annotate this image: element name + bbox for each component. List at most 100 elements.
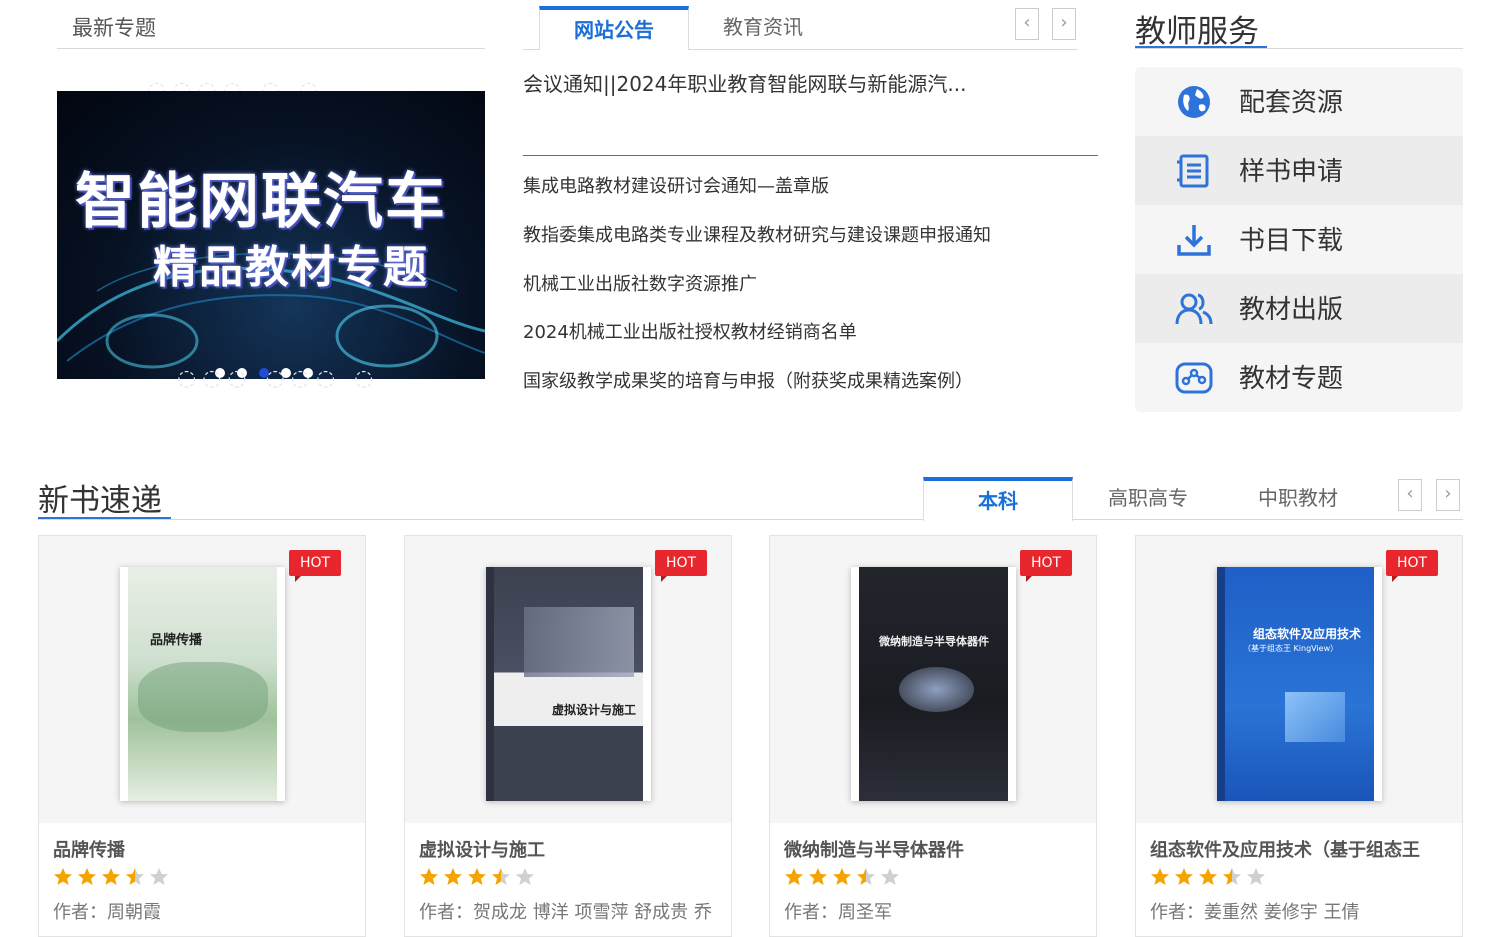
books-next-button[interactable]: › <box>1436 479 1460 511</box>
topic-icon <box>1175 362 1213 394</box>
star-icon <box>1199 868 1217 885</box>
star-icon <box>54 868 72 885</box>
book-author: 作者：姜重然 姜修宇 王倩 <box>1150 902 1360 923</box>
cover-spine <box>486 567 494 801</box>
teacher-services-underline <box>1135 46 1267 48</box>
cover-title: 虚拟设计与施工 <box>552 703 637 717</box>
star-icon <box>809 868 827 885</box>
service-label: 样书申请 <box>1239 157 1344 187</box>
service-item-textbook-topics[interactable]: 教材专题 <box>1135 343 1463 412</box>
notice-item-1[interactable]: 集成电路教材建设研讨会通知—盖章版 <box>523 172 829 198</box>
notices-tabs: 网站公告 教育资讯 ‹ › <box>523 0 1078 50</box>
banner-line2: 精品教材专题 <box>153 242 429 293</box>
notices-next-button[interactable]: › <box>1052 8 1076 40</box>
cover-subtitle: （基于组态王 KingView） <box>1243 644 1339 653</box>
notices-prev-button[interactable]: ‹ <box>1015 8 1039 40</box>
notice-item-2[interactable]: 教指委集成电路类专业课程及教材研究与建设课题申报通知 <box>523 221 991 247</box>
banner-line1: 智能网联汽车 <box>75 167 447 237</box>
star-icon <box>516 868 534 885</box>
star-icon <box>444 868 462 885</box>
globe-icon <box>1178 86 1210 118</box>
star-icon <box>150 868 168 885</box>
star-icon <box>102 868 120 885</box>
teacher-services-header: 教师服务 <box>1135 0 1463 50</box>
star-icon <box>1247 868 1265 885</box>
new-books-header: 新书速递 本科 高职高专 中职教材 ‹ › <box>38 465 1463 521</box>
cover-spine <box>1217 567 1225 801</box>
document-list-icon <box>1177 154 1209 188</box>
book-cover[interactable]: 组态软件及应用技术 （基于组态王 KingView） <box>1217 567 1382 801</box>
latest-topics-header: 最新专题 <box>57 0 485 49</box>
notice-item-5[interactable]: 国家级教学成果奖的培育与申报（附获奖成果精选案例） <box>523 367 973 393</box>
latest-topics-title: 最新专题 <box>72 16 156 40</box>
star-icon <box>1223 868 1241 885</box>
cover-title: 微纳制造与半导体器件 <box>879 635 989 648</box>
ghost-decoration-bottom: ◌◌◌ ◌◌◌ ◌ <box>177 366 380 391</box>
latest-topics-panel: 最新专题 ◌◌◌◌ ◌ ◌ 智能网联汽车 精品教材专题 ◌◌◌ ◌◌◌ ◌ <box>57 0 485 400</box>
notices-divider <box>523 155 1098 156</box>
service-item-catalog-download[interactable]: 书目下载 <box>1135 205 1463 274</box>
service-label: 教材出版 <box>1239 295 1344 325</box>
star-icon <box>1175 868 1193 885</box>
book-cover[interactable]: 微纳制造与半导体器件 <box>851 567 1016 801</box>
rating-stars <box>419 866 539 892</box>
book-author: 作者：周圣军 <box>784 902 892 923</box>
users-icon <box>1175 293 1213 325</box>
star-icon <box>857 868 875 885</box>
tab-education-news[interactable]: 教育资讯 <box>723 6 803 49</box>
rating-stars <box>53 866 173 892</box>
hot-badge: HOT <box>1020 550 1072 582</box>
featured-notice-link[interactable]: 会议通知||2024年职业教育智能网联与新能源汽... <box>523 68 966 97</box>
services-list: 配套资源 样书申请 书目下载 教材出版 教材专题 <box>1135 67 1463 412</box>
notice-item-4[interactable]: 2024机械工业出版社授权教材经销商名单 <box>523 318 857 344</box>
tab-higher-vocational[interactable]: 高职高专 <box>1108 477 1188 519</box>
download-icon <box>1177 225 1211 256</box>
service-label: 书目下载 <box>1239 226 1344 256</box>
topic-banner[interactable]: 智能网联汽车 精品教材专题 <box>57 91 485 379</box>
teacher-services-title: 教师服务 <box>1135 14 1259 50</box>
service-item-sample-request[interactable]: 样书申请 <box>1135 136 1463 205</box>
tab-secondary-vocational[interactable]: 中职教材 <box>1258 477 1338 519</box>
new-books-section: 新书速递 本科 高职高专 中职教材 ‹ › 品牌传播 HOT 品牌传播 作者：周… <box>38 465 1463 937</box>
star-icon <box>468 868 486 885</box>
service-label: 配套资源 <box>1239 88 1344 118</box>
book-card[interactable]: 组态软件及应用技术 （基于组态王 KingView） HOT 组态软件及应用技术… <box>1135 535 1463 937</box>
star-icon <box>785 868 803 885</box>
cover-title: 组态软件及应用技术 <box>1253 627 1362 641</box>
books-prev-button[interactable]: ‹ <box>1398 479 1422 511</box>
book-title[interactable]: 微纳制造与半导体器件 <box>784 836 1084 862</box>
hot-badge: HOT <box>289 550 341 582</box>
service-item-resources[interactable]: 配套资源 <box>1135 67 1463 136</box>
hot-badge: HOT <box>1386 550 1438 582</box>
rating-stars <box>784 866 904 892</box>
service-item-textbook-publishing[interactable]: 教材出版 <box>1135 274 1463 343</box>
book-card[interactable]: 微纳制造与半导体器件 HOT 微纳制造与半导体器件 作者：周圣军 <box>769 535 1097 937</box>
book-title[interactable]: 组态软件及应用技术（基于组态王 <box>1150 836 1450 862</box>
book-cover[interactable]: 品牌传播 <box>120 567 285 801</box>
cover-art <box>138 662 268 732</box>
star-icon <box>78 868 96 885</box>
book-cover[interactable]: 虚拟设计与施工 <box>486 567 651 801</box>
teacher-services-panel: 教师服务 配套资源 样书申请 书目下载 教材出版 教材专题 <box>1135 0 1463 412</box>
cover-art <box>1285 692 1345 742</box>
hot-badge: HOT <box>655 550 707 582</box>
tab-undergraduate[interactable]: 本科 <box>923 477 1073 521</box>
book-image-area: 组态软件及应用技术 （基于组态王 KingView） HOT <box>1136 536 1462 823</box>
book-title[interactable]: 品牌传播 <box>53 836 353 862</box>
star-icon <box>833 868 851 885</box>
book-card[interactable]: 品牌传播 HOT 品牌传播 作者：周朝霞 <box>38 535 366 937</box>
book-card[interactable]: 虚拟设计与施工 HOT 虚拟设计与施工 作者：贺成龙 博洋 项雪萍 舒成贵 乔 <box>404 535 732 937</box>
cover-art <box>524 607 634 677</box>
cover-art <box>899 667 974 712</box>
star-icon <box>420 868 438 885</box>
tab-website-notice[interactable]: 网站公告 <box>539 6 689 50</box>
rating-stars <box>1150 866 1270 892</box>
book-title[interactable]: 虚拟设计与施工 <box>419 836 719 862</box>
star-icon <box>126 868 144 885</box>
new-books-title: 新书速递 <box>38 483 162 519</box>
new-books-underline <box>38 517 171 519</box>
book-image-area: 微纳制造与半导体器件 HOT <box>770 536 1096 823</box>
notice-item-3[interactable]: 机械工业出版社数字资源推广 <box>523 270 757 296</box>
star-icon <box>1151 868 1169 885</box>
book-image-area: 虚拟设计与施工 HOT <box>405 536 731 823</box>
